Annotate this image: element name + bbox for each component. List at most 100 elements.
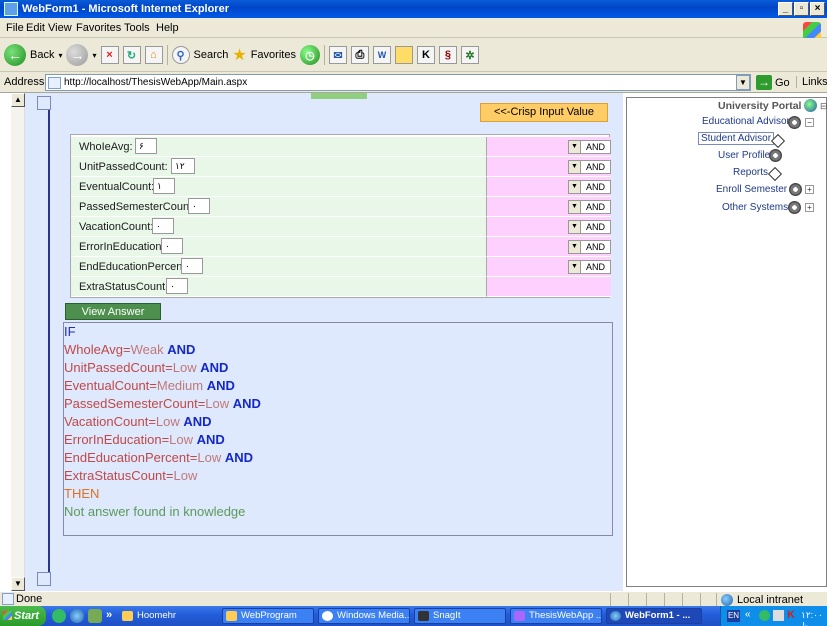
operator-select[interactable]: ▼ AND: [568, 160, 611, 174]
operator-select[interactable]: ▼ AND: [568, 220, 611, 234]
tray-app-icon[interactable]: [759, 610, 770, 621]
operator-select[interactable]: ▼ AND: [568, 140, 611, 154]
back-arrow-icon[interactable]: ←: [4, 44, 26, 66]
task-label: ThesisWebApp ...: [529, 610, 602, 621]
menu-bar: File Edit View Favorites Tools Help: [0, 18, 827, 40]
forward-dropdown-icon[interactable]: ▾: [92, 51, 96, 60]
rule-and: AND: [196, 432, 225, 447]
eventualcount-input[interactable]: ۱: [153, 178, 175, 194]
favorites-button-label[interactable]: Favorites: [251, 49, 296, 61]
history-icon[interactable]: ◷: [299, 45, 320, 65]
task-hoomehr[interactable]: Hoomehr: [118, 608, 218, 624]
form-row-label-cell: UnitPassedCount: ۱۲: [71, 157, 486, 177]
form-row: PassedSemesterCount: ۰ ▼ AND: [71, 197, 611, 217]
tray-expand-icon[interactable]: «: [745, 609, 751, 620]
rule-and: AND: [206, 378, 235, 393]
operator-select[interactable]: ▼ AND: [568, 200, 611, 214]
inner-scroll-thumb[interactable]: [38, 110, 50, 572]
errorineducation-input[interactable]: ۰: [161, 238, 183, 254]
search-icon[interactable]: ⚲: [171, 46, 190, 64]
menu-favorites[interactable]: Favorites: [76, 22, 121, 34]
tree-item-educational-advisor[interactable]: Educational Advisor: [702, 116, 790, 127]
back-dropdown-icon[interactable]: ▾: [58, 51, 62, 60]
go-button[interactable]: → Go: [756, 75, 790, 90]
crisp-input-button[interactable]: <<-Crisp Input Value: [480, 103, 608, 122]
rule-line: VacationCount=Low AND: [64, 414, 212, 429]
address-dropdown-icon[interactable]: ▼: [736, 75, 750, 90]
task-thesiswebapp[interactable]: ThesisWebApp ...: [510, 608, 602, 624]
forward-arrow-icon[interactable]: →: [66, 44, 89, 66]
scroll-down-icon[interactable]: ▼: [11, 577, 25, 591]
scroll-up-icon[interactable]: ▲: [11, 93, 25, 107]
back-button-label[interactable]: Back: [30, 49, 54, 61]
vacationcount-input[interactable]: ۰: [152, 218, 174, 234]
maximize-button[interactable]: ▫: [794, 2, 809, 16]
tree-item-student-advisor[interactable]: Student Advisor: [698, 132, 775, 145]
menu-file[interactable]: File: [6, 22, 24, 34]
menu-view[interactable]: View: [48, 22, 72, 34]
stop-icon[interactable]: ×: [100, 46, 119, 64]
address-input[interactable]: http://localhost/ThesisWebApp/Main.aspx: [45, 74, 751, 91]
field-label: UnitPassedCount:: [79, 161, 168, 173]
refresh-icon[interactable]: ↻: [122, 46, 141, 64]
result-then-keyword: THEN: [64, 486, 100, 501]
wholeavg-input[interactable]: ۶: [135, 138, 157, 154]
rule-and: AND: [224, 450, 254, 465]
quicklaunch-messenger-icon[interactable]: [88, 609, 102, 623]
extrastatuscount-input[interactable]: ۰: [166, 278, 188, 294]
tree-item-enroll-semester[interactable]: Enroll Semester: [716, 184, 787, 195]
tree-item-user-profile[interactable]: User Profile: [718, 150, 770, 161]
task-webform1[interactable]: WebForm1 - ...: [606, 608, 702, 624]
window-title-bar[interactable]: WebForm1 - Microsoft Internet Explorer _…: [0, 0, 827, 18]
unitpassedcount-input[interactable]: ۱۲: [171, 158, 195, 174]
edit-word-icon[interactable]: W: [372, 46, 391, 64]
close-button[interactable]: ×: [810, 2, 825, 16]
tree-item-other-systems[interactable]: Other Systems: [722, 202, 788, 213]
clock[interactable]: ۱۲:۰۰ ب.ظ: [801, 610, 827, 626]
snagit-icon[interactable]: ✲: [460, 46, 479, 64]
operator-select[interactable]: ▼ AND: [568, 180, 611, 194]
expand-icon[interactable]: +: [805, 185, 814, 194]
tree-item-reports[interactable]: Reports: [733, 167, 768, 178]
task-snagit[interactable]: SnagIt: [414, 608, 506, 624]
menu-edit[interactable]: Edit: [26, 22, 45, 34]
inner-scrollbar[interactable]: [37, 96, 51, 586]
home-icon[interactable]: ⌂: [144, 46, 163, 64]
security-zone[interactable]: Local intranet: [716, 593, 803, 606]
task-webprogram[interactable]: WebProgram: [222, 608, 314, 624]
favorites-star-icon[interactable]: ★: [232, 45, 246, 65]
language-indicator[interactable]: EN: [727, 610, 740, 622]
input-form-table: WhoIeAvg: ۶ ▼ AND UnitPassedCount: ۱۲ ▼ AN…: [70, 134, 611, 298]
task-label: WebProgram: [241, 610, 297, 621]
quicklaunch-app-icon[interactable]: [52, 609, 66, 623]
mail-icon[interactable]: ✉: [328, 46, 347, 64]
tree-root-label[interactable]: University Portal: [718, 100, 801, 112]
task-windows-media[interactable]: Windows Media...: [318, 608, 410, 624]
form-row: EndEducationPercent: ۰ ▼ AND: [71, 257, 611, 277]
inner-scroll-down-icon[interactable]: [37, 572, 51, 586]
tray-k-icon[interactable]: K: [787, 609, 795, 621]
collapse-icon[interactable]: −: [805, 118, 814, 127]
quicklaunch-ie-icon[interactable]: [70, 609, 84, 623]
view-answer-button[interactable]: View Answer: [65, 303, 161, 320]
print-icon[interactable]: ⎙: [350, 46, 369, 64]
menu-tools[interactable]: Tools: [124, 22, 150, 34]
passedsemestercount-input[interactable]: ۰: [188, 198, 210, 214]
discuss-icon[interactable]: [394, 46, 413, 64]
inner-scroll-up-icon[interactable]: [37, 96, 51, 110]
endeducationpercent-input[interactable]: ۰: [181, 258, 203, 274]
expand-icon[interactable]: +: [805, 203, 814, 212]
quicklaunch-more[interactable]: »: [106, 609, 112, 621]
menu-help[interactable]: Help: [156, 22, 179, 34]
collapse-icon[interactable]: ⊟: [820, 101, 827, 112]
minimize-button[interactable]: _: [778, 2, 793, 16]
links-button[interactable]: Links: [796, 76, 827, 88]
page-scrollbar[interactable]: ▲ ▼: [11, 93, 25, 591]
operator-select[interactable]: ▼ AND: [568, 240, 611, 254]
search-button-label[interactable]: Search: [194, 49, 229, 61]
operator-select[interactable]: ▼ AND: [568, 260, 611, 274]
tray-network-icon[interactable]: [773, 610, 784, 621]
messenger-icon[interactable]: §: [438, 46, 457, 64]
research-icon[interactable]: K: [416, 46, 435, 64]
start-button[interactable]: Start: [0, 606, 46, 626]
